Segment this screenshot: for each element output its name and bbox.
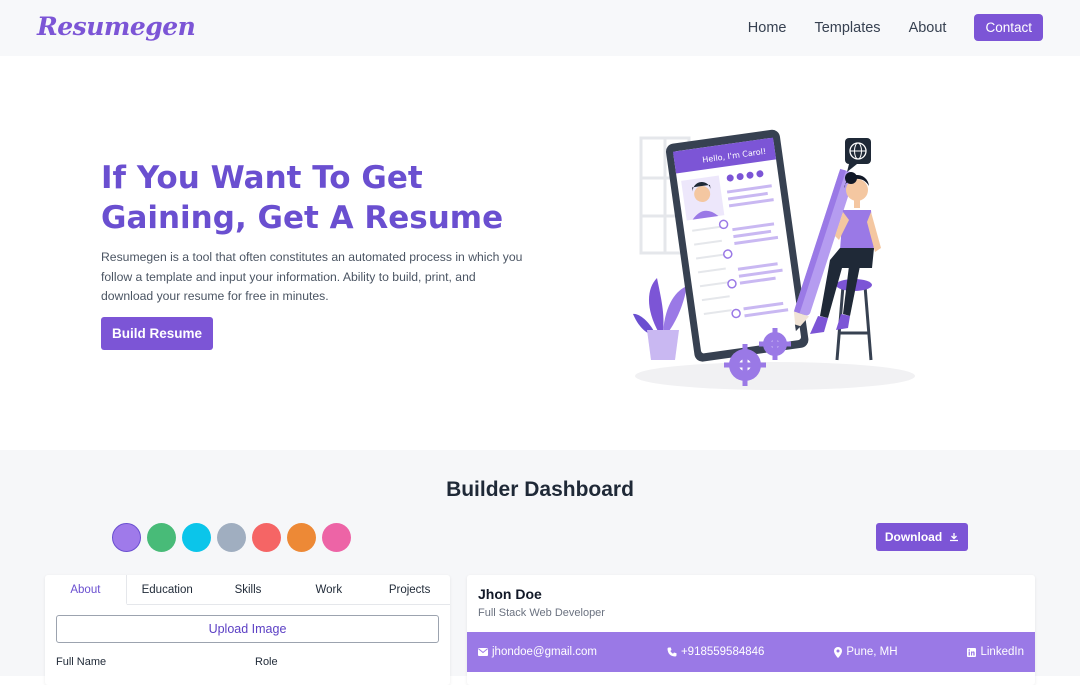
preview-location-text: Pune, MH: [846, 646, 898, 658]
role-label: Role: [255, 656, 278, 668]
dashboard-title: Builder Dashboard: [446, 478, 634, 501]
location-pin-icon: [834, 646, 843, 658]
hero-description: Resumegen is a tool that often constitut…: [101, 250, 523, 303]
nav-home[interactable]: Home: [748, 20, 787, 36]
preview-linkedin-text: LinkedIn: [980, 646, 1024, 658]
resume-illustration: Hello, I'm Carol!: [633, 129, 915, 390]
preview-email-text: jhondoe@gmail.com: [492, 646, 598, 658]
tab-about[interactable]: About: [45, 575, 127, 605]
mail-icon: [478, 648, 488, 656]
logo[interactable]: Resumegen: [37, 12, 196, 41]
resume-preview: Jhon Doe Full Stack Web Developer jhondo…: [467, 575, 1035, 685]
download-button[interactable]: Download: [876, 523, 968, 551]
color-swatch[interactable]: [287, 523, 316, 552]
preview-email: jhondoe@gmail.com: [478, 646, 597, 658]
form-tabs: About Education Skills Work Projects: [45, 575, 450, 605]
tab-work[interactable]: Work: [288, 575, 369, 604]
color-swatch[interactable]: [217, 523, 246, 552]
preview-location: Pune, MH: [834, 646, 898, 658]
tab-education[interactable]: Education: [127, 575, 208, 604]
color-swatch[interactable]: [322, 523, 351, 552]
form-card: About Education Skills Work Projects Upl…: [45, 575, 450, 685]
hero-title: If You Want To Get Gaining, Get A Resume: [101, 158, 521, 238]
linkedin-icon: [967, 647, 977, 657]
nav-links: Home Templates About Contact: [720, 14, 1043, 41]
download-icon: [950, 533, 959, 542]
preview-contact-bar: jhondoe@gmail.com +918559584846 Pune, MH…: [467, 632, 1035, 672]
preview-phone: +918559584846: [667, 646, 764, 658]
color-swatch[interactable]: [182, 523, 211, 552]
nav-templates[interactable]: Templates: [814, 20, 880, 36]
preview-linkedin[interactable]: LinkedIn: [967, 646, 1024, 658]
tab-skills[interactable]: Skills: [208, 575, 289, 604]
color-swatch[interactable]: [252, 523, 281, 552]
phone-icon: [667, 647, 677, 657]
builder-dashboard: Builder Dashboard Download About Educati…: [0, 450, 1080, 685]
upload-image-button[interactable]: Upload Image: [56, 615, 439, 643]
contact-button[interactable]: Contact: [974, 14, 1043, 41]
hero-section: If You Want To Get Gaining, Get A Resume…: [0, 56, 1080, 450]
download-label: Download: [884, 530, 943, 544]
preview-phone-text: +918559584846: [680, 646, 765, 658]
color-swatch[interactable]: [112, 523, 141, 552]
preview-role: Full Stack Web Developer: [478, 607, 605, 619]
navbar: Resumegen Home Templates About Contact: [0, 0, 1080, 56]
color-swatch[interactable]: [147, 523, 176, 552]
hero-title-line-2: Gaining, Get A Resume: [101, 200, 504, 236]
color-swatches: [112, 523, 357, 552]
nav-about[interactable]: About: [909, 20, 947, 36]
tab-projects[interactable]: Projects: [369, 575, 450, 604]
build-resume-button[interactable]: Build Resume: [101, 317, 213, 350]
full-name-label: Full Name: [56, 656, 107, 668]
hero-title-line-1: If You Want To Get: [101, 160, 423, 196]
preview-name: Jhon Doe: [478, 586, 542, 602]
